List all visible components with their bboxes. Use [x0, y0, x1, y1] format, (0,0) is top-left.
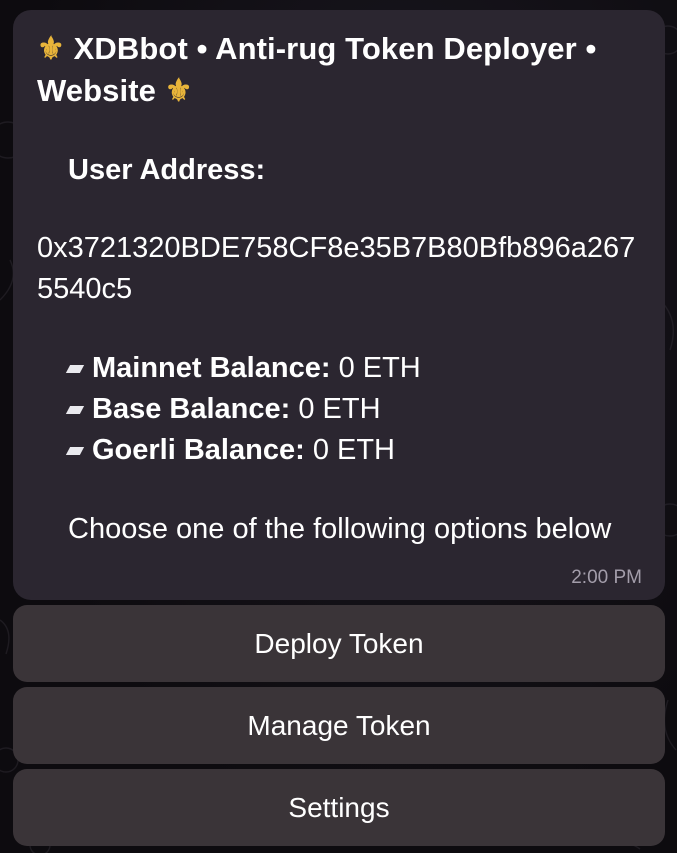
balance-label: Base Balance:	[92, 393, 291, 425]
balance-row-goerli: Goerli Balance: 0 ETH	[65, 430, 643, 471]
options-prompt: Choose one of the following options belo…	[68, 513, 612, 545]
balance-value: 0 ETH	[312, 434, 395, 466]
chat-background: ⚜ XDBbot • Anti-rug Token Deployer • Web…	[0, 0, 677, 853]
fleur-de-lis-icon: ⚜	[164, 73, 193, 108]
settings-button[interactable]: Settings	[13, 769, 665, 846]
fleur-de-lis-icon: ⚜	[37, 31, 65, 66]
title-text-line1: XDBbot • Anti-rug Token Deployer •	[73, 31, 597, 66]
user-address-value[interactable]: 0x3721320BDE758CF8e35B7B80Bfb896a2675540…	[37, 228, 649, 310]
balance-label: Goerli Balance:	[92, 434, 305, 466]
balance-value: 0 ETH	[298, 393, 381, 425]
balance-label: Mainnet Balance:	[92, 352, 331, 384]
balance-list: Mainnet Balance: 0 ETH Base Balance: 0 E…	[37, 348, 643, 471]
manage-token-button[interactable]: Manage Token	[13, 687, 665, 764]
user-address-label: User Address:	[68, 154, 266, 186]
message-title-line2: Website ⚜	[37, 70, 643, 112]
parallelogram-bullet-icon	[65, 406, 85, 414]
bot-message-bubble: ⚜ XDBbot • Anti-rug Token Deployer • Web…	[13, 10, 665, 600]
balance-row-base: Base Balance: 0 ETH	[65, 389, 643, 430]
parallelogram-bullet-icon	[65, 447, 85, 455]
balance-value: 0 ETH	[338, 352, 421, 384]
message-title: ⚜ XDBbot • Anti-rug Token Deployer •	[37, 28, 643, 70]
message-timestamp: 2:00 PM	[571, 567, 642, 588]
deploy-token-button[interactable]: Deploy Token	[13, 605, 665, 682]
parallelogram-bullet-icon	[65, 365, 85, 373]
title-text-line2: Website	[37, 73, 156, 108]
balance-row-mainnet: Mainnet Balance: 0 ETH	[65, 348, 643, 389]
